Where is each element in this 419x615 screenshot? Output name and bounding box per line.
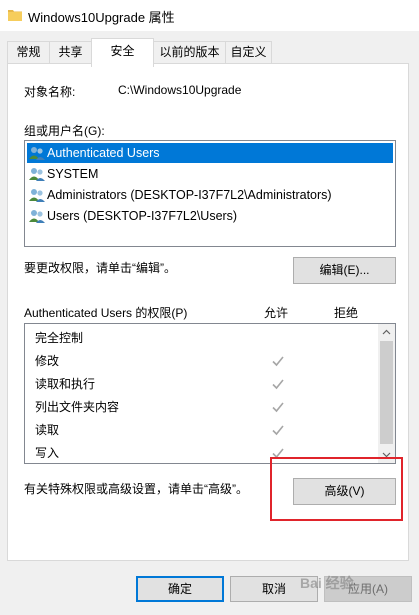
title-bar: Windows10Upgrade 属性 (0, 0, 419, 31)
user-item-system[interactable]: SYSTEM (27, 164, 393, 184)
permission-row-read: 读取 (35, 423, 60, 437)
users-icon (29, 147, 45, 160)
apply-button[interactable]: 应用(A) (324, 576, 412, 602)
user-item-authenticated-users[interactable]: Authenticated Users (27, 143, 393, 163)
permissions-label: Authenticated Users 的权限(P) (24, 306, 188, 320)
user-item-label: Administrators (DESKTOP-I37F7L2\Administ… (47, 188, 332, 202)
allow-column-header: 允许 (264, 306, 289, 320)
permission-row-read-execute: 读取和执行 (35, 377, 96, 391)
permissions-list[interactable]: 完全控制 修改 读取和执行 列出文件夹内容 读取 写入 (24, 323, 396, 464)
users-icon (29, 168, 45, 181)
scroll-down-arrow-icon[interactable] (378, 446, 395, 463)
group-users-label: 组或用户名(G): (24, 124, 105, 138)
permissions-scrollbar[interactable] (378, 324, 395, 463)
users-listbox[interactable]: Authenticated Users SYSTEM Administrator… (24, 140, 396, 247)
tab-strip: 常规 共享 安全 以前的版本 自定义 (0, 31, 419, 67)
allow-check-icon (272, 356, 284, 367)
allow-check-icon (272, 425, 284, 436)
cancel-button[interactable]: 取消 (230, 576, 318, 602)
object-name-value: C:\Windows10Upgrade (118, 83, 242, 97)
permission-row-list-folder: 列出文件夹内容 (35, 400, 120, 414)
user-item-label: Authenticated Users (47, 146, 160, 160)
tab-previous-versions[interactable]: 以前的版本 (153, 41, 226, 63)
allow-check-icon (272, 379, 284, 390)
scroll-up-arrow-icon[interactable] (378, 324, 395, 341)
folder-icon (8, 10, 22, 21)
users-icon (29, 189, 45, 202)
change-permissions-hint: 要更改权限，请单击“编辑”。 (24, 261, 176, 275)
user-item-label: SYSTEM (47, 167, 99, 181)
ok-button[interactable]: 确定 (136, 576, 224, 602)
allow-check-icon (272, 448, 284, 459)
user-item-users[interactable]: Users (DESKTOP-I37F7L2\Users) (27, 206, 393, 226)
user-item-administrators[interactable]: Administrators (DESKTOP-I37F7L2\Administ… (27, 185, 393, 205)
tab-customize[interactable]: 自定义 (225, 41, 272, 63)
tab-general[interactable]: 常规 (7, 41, 50, 63)
deny-column-header: 拒绝 (334, 306, 359, 320)
advanced-button[interactable]: 高级(V) (293, 478, 396, 505)
edit-button[interactable]: 编辑(E)... (293, 257, 396, 284)
permission-row-write: 写入 (35, 446, 60, 460)
permission-row-full-control: 完全控制 (35, 331, 84, 345)
security-panel: 对象名称: C:\Windows10Upgrade 组或用户名(G): Auth… (7, 63, 409, 561)
allow-check-icon (272, 402, 284, 413)
users-icon (29, 210, 45, 223)
special-permissions-hint: 有关特殊权限或高级设置，请单击“高级”。 (24, 482, 248, 496)
permission-row-modify: 修改 (35, 354, 60, 368)
tab-sharing[interactable]: 共享 (49, 41, 92, 63)
user-item-label: Users (DESKTOP-I37F7L2\Users) (47, 209, 238, 223)
tab-security[interactable]: 安全 (91, 38, 154, 67)
window-title: Windows10Upgrade 属性 (28, 10, 175, 25)
object-name-label: 对象名称: (24, 85, 76, 99)
scroll-thumb[interactable] (380, 341, 393, 444)
